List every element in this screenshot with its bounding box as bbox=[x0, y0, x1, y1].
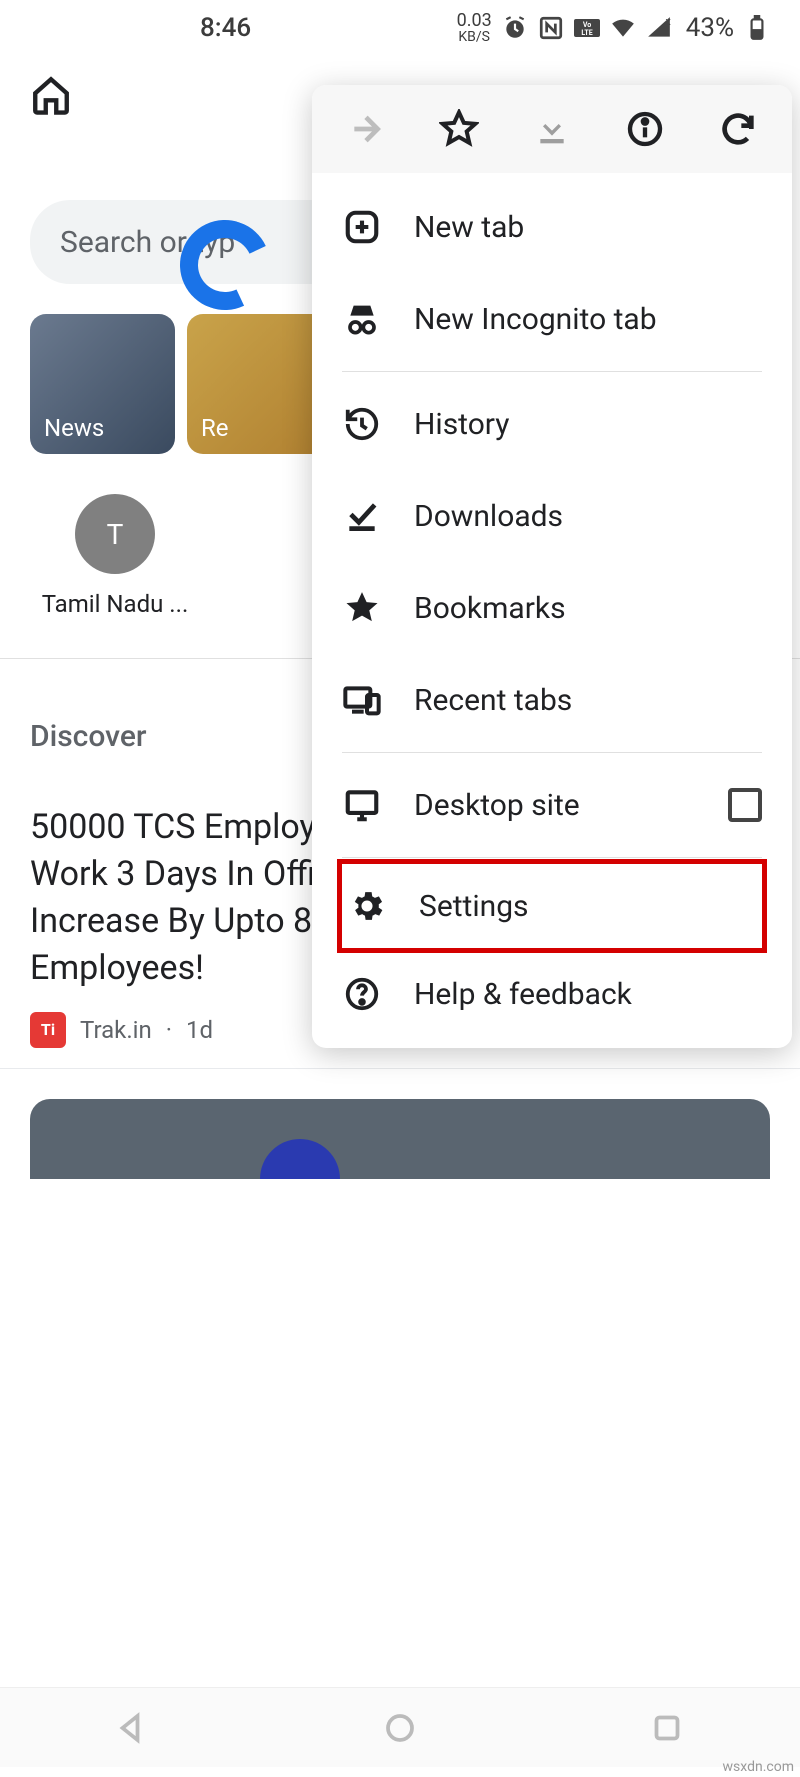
signal-icon: x bbox=[646, 15, 672, 41]
help-icon bbox=[342, 974, 382, 1014]
status-time: 8:46 bbox=[200, 13, 251, 43]
alarm-icon bbox=[502, 15, 528, 41]
menu-help[interactable]: Help & feedback bbox=[312, 948, 792, 1040]
home-icon[interactable] bbox=[30, 74, 72, 116]
tile-news[interactable]: News bbox=[30, 314, 175, 454]
menu-history[interactable]: History bbox=[312, 378, 792, 470]
battery-icon bbox=[744, 15, 770, 41]
forward-button[interactable] bbox=[340, 103, 392, 155]
tile-recipes[interactable]: Re bbox=[187, 314, 332, 454]
chrome-menu: New tab New Incognito tab History Downlo… bbox=[312, 85, 792, 1048]
svg-text:x: x bbox=[665, 15, 671, 28]
menu-downloads[interactable]: Downloads bbox=[312, 470, 792, 562]
data-rate: 0.03KB/S bbox=[457, 12, 492, 44]
menu-desktop-site[interactable]: Desktop site bbox=[312, 759, 792, 851]
favicon-letter: T bbox=[75, 494, 155, 574]
volte-icon: VoLTE bbox=[574, 15, 600, 41]
watermark: wsxdn.com bbox=[723, 1759, 794, 1775]
menu-incognito[interactable]: New Incognito tab bbox=[312, 273, 792, 365]
svg-text:LTE: LTE bbox=[581, 29, 592, 37]
menu-toolbar bbox=[312, 85, 792, 173]
source-icon: Ti bbox=[30, 1012, 66, 1048]
recents-nav-icon[interactable] bbox=[649, 1710, 685, 1746]
favicon-item[interactable]: T Tamil Nadu ... bbox=[30, 494, 200, 618]
download-done-icon bbox=[342, 496, 382, 536]
wifi-icon bbox=[610, 15, 636, 41]
gear-icon bbox=[347, 886, 387, 926]
monitor-icon bbox=[342, 785, 382, 825]
menu-bookmarks[interactable]: Bookmarks bbox=[312, 562, 792, 654]
menu-recent-tabs[interactable]: Recent tabs bbox=[312, 654, 792, 746]
history-icon bbox=[342, 404, 382, 444]
reload-button[interactable] bbox=[712, 103, 764, 155]
plus-square-icon bbox=[342, 207, 382, 247]
home-nav-icon[interactable] bbox=[382, 1710, 418, 1746]
devices-icon bbox=[342, 680, 382, 720]
desktop-site-checkbox[interactable] bbox=[728, 788, 762, 822]
battery-percent: 43% bbox=[686, 13, 734, 43]
nfc-icon bbox=[538, 15, 564, 41]
menu-settings[interactable]: Settings bbox=[337, 859, 767, 953]
status-bar: 8:46 0.03KB/S VoLTE x 43% bbox=[0, 0, 800, 55]
star-icon bbox=[342, 588, 382, 628]
back-nav-icon[interactable] bbox=[115, 1710, 151, 1746]
bookmark-button[interactable] bbox=[433, 103, 485, 155]
menu-new-tab[interactable]: New tab bbox=[312, 181, 792, 273]
svg-text:Vo: Vo bbox=[583, 21, 591, 29]
favicon-label: Tamil Nadu ... bbox=[42, 590, 189, 618]
next-article-preview[interactable] bbox=[30, 1099, 770, 1179]
info-button[interactable] bbox=[619, 103, 671, 155]
incognito-icon bbox=[342, 299, 382, 339]
download-button[interactable] bbox=[526, 103, 578, 155]
article-source: Ti Trak.in·1d bbox=[30, 1012, 213, 1048]
system-nav-bar bbox=[0, 1687, 800, 1767]
